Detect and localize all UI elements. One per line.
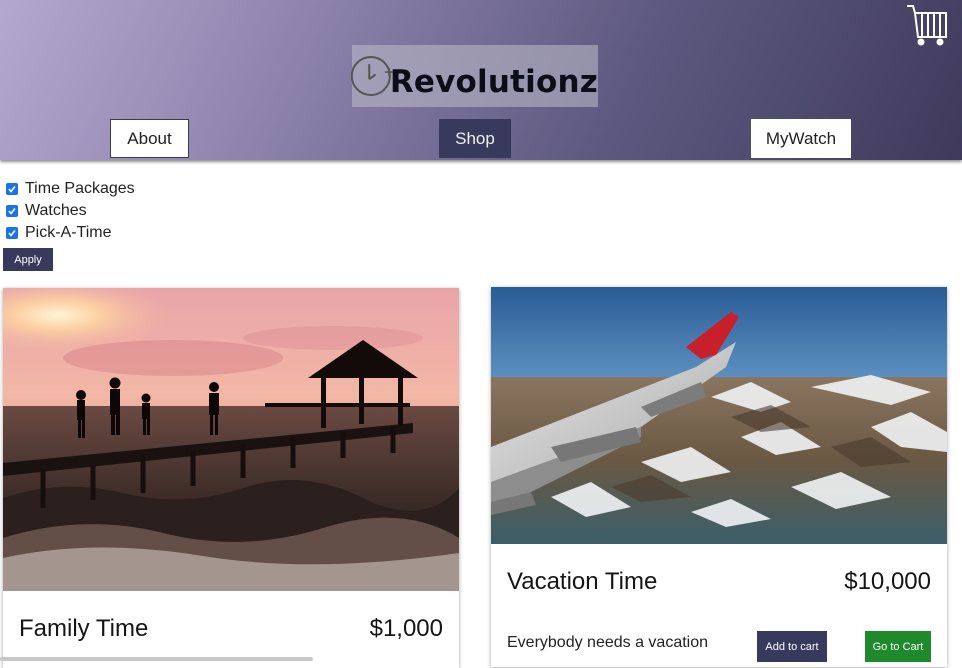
add-to-cart-button[interactable]: Add to cart bbox=[757, 631, 827, 662]
filter-label: Watches bbox=[25, 202, 87, 219]
category-filters: Time Packages Watches Pick-A-Time bbox=[6, 178, 135, 244]
clock-plus-icon bbox=[351, 55, 394, 97]
product-title: Vacation Time bbox=[507, 568, 658, 595]
filter-watches[interactable]: Watches bbox=[6, 200, 135, 222]
product-image-airplane-wing[interactable] bbox=[491, 287, 947, 544]
product-price: $10,000 bbox=[844, 568, 931, 595]
product-card-family-time: Family Time $1,000 bbox=[3, 288, 459, 668]
product-price: $1,000 bbox=[369, 615, 443, 642]
filter-label: Pick-A-Time bbox=[25, 224, 112, 241]
site-header: Revolutionz About Shop MyWatch bbox=[0, 0, 962, 160]
product-image-beach-pier[interactable] bbox=[3, 288, 459, 591]
brand-name: Revolutionz bbox=[389, 64, 598, 100]
product-description: Everybody needs a vacation bbox=[507, 634, 709, 651]
brand-logo[interactable]: Revolutionz bbox=[351, 45, 598, 107]
checkbox-checked-icon[interactable] bbox=[6, 205, 18, 217]
product-card-vacation-time: Vacation Time $10,000 Everybody needs a … bbox=[491, 287, 947, 667]
filter-label: Time Packages bbox=[25, 180, 135, 197]
go-to-cart-button[interactable]: Go to Cart bbox=[865, 631, 931, 662]
nav-about-button[interactable]: About bbox=[110, 119, 189, 158]
product-title: Family Time bbox=[19, 615, 149, 642]
apply-filters-button[interactable]: Apply bbox=[3, 248, 53, 271]
checkbox-checked-icon[interactable] bbox=[6, 227, 18, 239]
checkbox-checked-icon[interactable] bbox=[6, 183, 18, 195]
shopping-cart-icon[interactable] bbox=[906, 4, 948, 46]
filter-time-packages[interactable]: Time Packages bbox=[6, 178, 135, 200]
nav-mywatch-button[interactable]: MyWatch bbox=[751, 119, 851, 158]
nav-shop-button[interactable]: Shop bbox=[439, 119, 511, 158]
filter-pick-a-time[interactable]: Pick-A-Time bbox=[6, 222, 135, 244]
horizontal-scrollbar[interactable] bbox=[0, 657, 313, 661]
